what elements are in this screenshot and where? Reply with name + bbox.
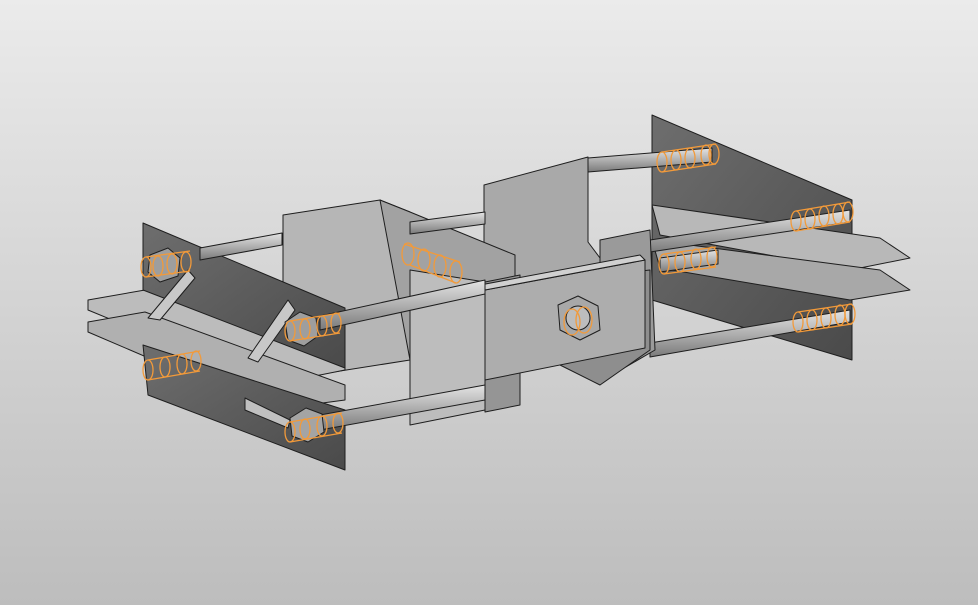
left-rod-upper <box>199 232 283 261</box>
3d-model-viewport[interactable] <box>0 0 978 605</box>
clamp-assembly-model[interactable] <box>0 0 978 605</box>
